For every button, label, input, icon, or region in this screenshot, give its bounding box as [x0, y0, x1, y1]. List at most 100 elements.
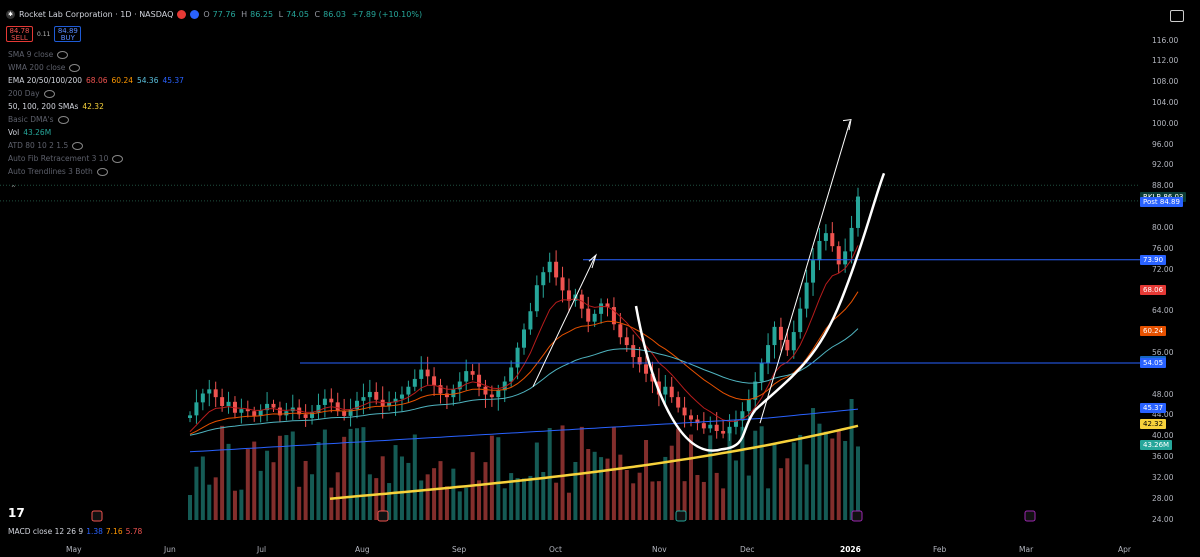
- indicator-row[interactable]: EMA 20/50/100/200 68.06 60.24 54.36 45.37: [8, 76, 184, 85]
- target-arrow: [759, 121, 851, 424]
- volume-bar: [393, 445, 398, 520]
- macd-name: MACD close 12 26 9: [8, 527, 84, 536]
- price-tag: 73.90: [1140, 254, 1167, 265]
- candle-body: [644, 364, 649, 374]
- candle-body: [419, 369, 424, 379]
- symbol-logo-icon: ✱: [6, 10, 15, 19]
- candle-body: [830, 233, 835, 247]
- visibility-eye-icon[interactable]: [57, 115, 69, 124]
- volume-bar: [252, 441, 257, 520]
- time-tick-label: Jul: [257, 545, 267, 554]
- volume-bar: [265, 450, 270, 520]
- volume-bar: [811, 408, 816, 520]
- candle-body: [374, 391, 379, 400]
- volume-bar: [644, 440, 649, 520]
- candle-body: [470, 371, 475, 375]
- indicator-row[interactable]: 50, 100, 200 SMAs 42.32: [8, 102, 104, 111]
- candle-body: [804, 282, 809, 309]
- indicator-value: 42.32: [82, 102, 104, 111]
- chart-window: ✱ Rocket Lab Corporation · 1D · NASDAQ O…: [0, 0, 1200, 557]
- volume-bar: [547, 428, 552, 520]
- indicator-name: 200 Day: [8, 89, 40, 98]
- indicator-row[interactable]: Vol 43.26M: [8, 128, 51, 137]
- candle-body: [188, 415, 192, 418]
- indicator-row[interactable]: Basic DMA's: [8, 115, 69, 124]
- visibility-eye-icon[interactable]: [43, 89, 55, 98]
- candle-body: [682, 407, 687, 416]
- candle-body: [676, 397, 681, 408]
- earnings-marker-icon: [91, 510, 103, 522]
- volume-bar: [367, 474, 372, 520]
- visibility-eye-icon[interactable]: [112, 154, 124, 163]
- volume-bar: [213, 477, 218, 520]
- indicator-row[interactable]: 200 Day: [8, 89, 55, 98]
- volume-bar: [733, 460, 738, 520]
- market-status-icon: [177, 10, 187, 19]
- macd-value: 1.38: [86, 527, 103, 536]
- spread-value: 0.11: [37, 30, 51, 38]
- volume-bar: [310, 474, 315, 520]
- candle-body: [624, 337, 629, 346]
- volume-bar: [689, 434, 693, 520]
- time-tick-label: Jun: [164, 545, 176, 554]
- candle-body: [425, 369, 430, 377]
- indicator-name: Auto Fib Retracement 3 10: [8, 154, 109, 163]
- visibility-eye-icon[interactable]: [96, 167, 108, 176]
- price-tick-label: 28.00: [1152, 493, 1174, 503]
- volume-bar: [624, 469, 629, 520]
- candle-body: [541, 272, 546, 286]
- indicator-row[interactable]: Auto Fib Retracement 3 10: [8, 154, 124, 163]
- volume-bar: [322, 429, 327, 520]
- candle-body: [515, 347, 520, 368]
- macd-legend: MACD close 12 26 9 1.38 7.16 5.78: [8, 527, 142, 536]
- symbol-title[interactable]: Rocket Lab Corporation · 1D · NASDAQ: [19, 10, 173, 19]
- indicator-name: 50, 100, 200 SMAs: [8, 102, 79, 111]
- maximize-icon[interactable]: [1170, 10, 1184, 22]
- visibility-eye-icon[interactable]: [57, 50, 69, 59]
- price-tick-label: 116.00: [1152, 35, 1179, 45]
- candle-body: [200, 393, 205, 403]
- visibility-eye-icon[interactable]: [69, 63, 81, 72]
- visibility-eye-icon[interactable]: [72, 141, 84, 150]
- indicator-row[interactable]: ATD 80 10 2 1.5: [8, 141, 84, 150]
- time-tick-label: Oct: [549, 545, 562, 554]
- candle-body: [367, 391, 372, 398]
- candle-body: [592, 313, 597, 322]
- volume-bar: [676, 428, 681, 520]
- indicator-row[interactable]: WMA 200 close: [8, 63, 81, 72]
- volume-bar: [611, 427, 616, 520]
- price-tag: 43.26M: [1140, 439, 1173, 450]
- volume-bar: [534, 442, 539, 520]
- candle-body: [554, 261, 559, 278]
- volume-bar: [817, 423, 822, 520]
- candle-body: [522, 329, 526, 348]
- volume-bar: [515, 478, 520, 520]
- time-tick-label: Aug: [355, 545, 370, 554]
- volume-bar: [509, 473, 514, 520]
- indicator-name: SMA 9 close: [8, 50, 54, 59]
- indicator-row[interactable]: SMA 9 close: [8, 50, 69, 59]
- collapse-legend-icon[interactable]: ⌃: [10, 184, 17, 193]
- candle-body: [303, 414, 308, 418]
- volume-bar: [438, 461, 443, 520]
- candle-body: [823, 233, 828, 241]
- indicator-row[interactable]: Auto Trendlines 3 Both: [8, 167, 108, 176]
- candle-body: [663, 386, 668, 395]
- volume-bar: [220, 425, 225, 520]
- buy-button[interactable]: 84.89 BUY: [54, 26, 82, 42]
- volume-bar: [432, 468, 437, 520]
- volume-bar: [412, 434, 417, 520]
- volume-bar: [746, 475, 751, 520]
- candle-body: [361, 397, 366, 401]
- volume-bar: [650, 481, 655, 520]
- price-tick-label: 32.00: [1152, 472, 1174, 482]
- candle-body: [586, 308, 591, 322]
- volume-bar: [194, 466, 199, 520]
- chart-header: ✱ Rocket Lab Corporation · 1D · NASDAQ O…: [6, 10, 425, 19]
- candle-body: [496, 390, 501, 398]
- sell-button[interactable]: 84.78 SELL: [6, 26, 33, 42]
- candle-body: [778, 326, 783, 340]
- candle-body: [528, 311, 533, 330]
- candle-body: [849, 227, 854, 252]
- price-tag: 42.32: [1140, 419, 1167, 430]
